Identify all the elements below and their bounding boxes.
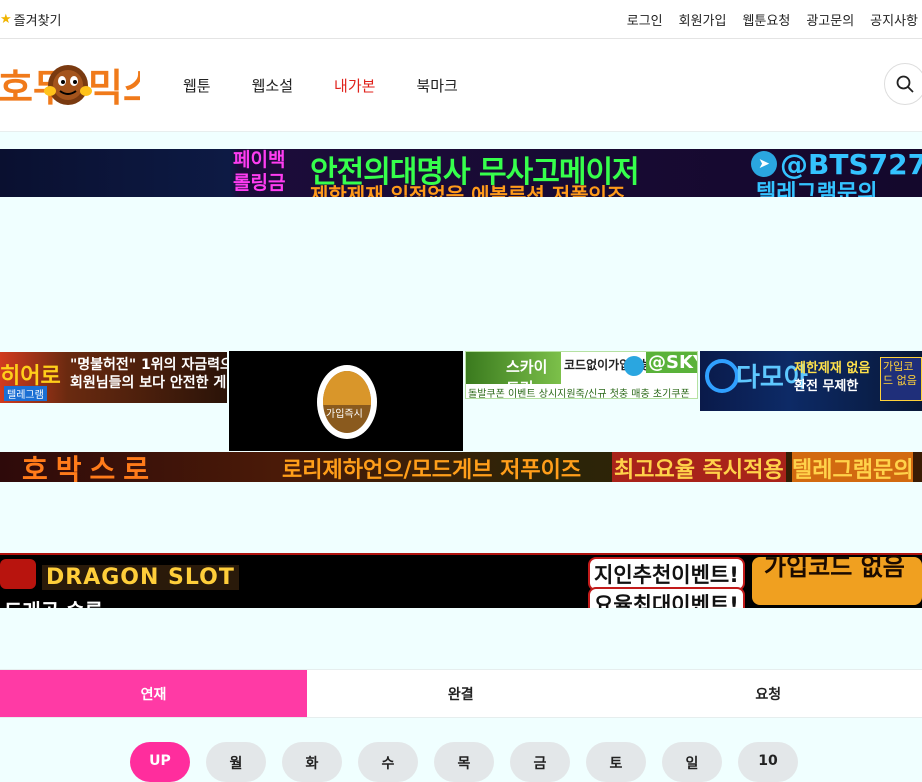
ad-text: 요율최대이벤트! <box>588 587 745 608</box>
top-bar: ★ 즐겨찾기 로그인 회원가입 웹툰요청 광고문의 공지사항 <box>0 0 922 39</box>
nav-webtoon[interactable]: 웹툰 <box>183 75 211 96</box>
bookmark-link[interactable]: ★ 즐겨찾기 <box>0 10 62 29</box>
bookmark-label: 즐겨찾기 <box>14 10 62 29</box>
ad-text: 지인추천이벤트! <box>588 557 745 591</box>
ad-text: 환전 무제한 <box>794 375 858 394</box>
telegram-icon: ➤ <box>751 151 777 177</box>
series-tabs: 연재 완결 요청 <box>0 669 922 718</box>
ad-emblem: 가입즉시 <box>317 365 377 439</box>
search-button[interactable] <box>884 63 922 105</box>
day-thu[interactable]: 목 <box>434 742 494 782</box>
ad-banner-hero[interactable]: 히어로 텔레그램 "명불허전" 1위의 자금력으로회원님들의 보다 안전한 게임… <box>0 352 227 403</box>
signup-link[interactable]: 회원가입 <box>679 10 727 29</box>
login-link[interactable]: 로그인 <box>627 10 663 29</box>
ring-icon <box>705 359 739 393</box>
nav-history[interactable]: 내가본 <box>334 75 375 96</box>
day-up[interactable]: UP <box>130 742 190 782</box>
ad-text: 페이백 <box>233 150 285 170</box>
nav-bookmark[interactable]: 북마크 <box>416 75 457 96</box>
main-nav: 웹툰 웹소설 내가본 북마크 <box>183 75 458 96</box>
day-mon[interactable]: 월 <box>206 742 266 782</box>
day-tue[interactable]: 화 <box>282 742 342 782</box>
day-10[interactable]: 10 <box>738 742 798 782</box>
tab-completed[interactable]: 완결 <box>307 670 615 717</box>
day-filter: UP 월 화 수 목 금 토 일 10 <box>130 742 798 782</box>
ad-text: 텔레그램문의 <box>756 175 877 197</box>
ad-text: 롤링금 <box>233 173 285 193</box>
ad-text: 텔레그램문의 <box>792 452 913 482</box>
telegram-icon <box>624 356 644 376</box>
ad-text: DRAGON SLOT <box>42 565 239 590</box>
ad-code-box: 가입코드 없음 <box>752 557 922 605</box>
top-links: 로그인 회원가입 웹툰요청 광고문의 공지사항 <box>627 10 922 29</box>
ad-text: 호박스로 <box>22 452 157 482</box>
tab-request[interactable]: 요청 <box>615 670 922 717</box>
dragon-icon <box>0 559 36 589</box>
ad-text: 제한제재 입정없음 에볼루션 저폴인즈 <box>310 179 625 197</box>
ad-text: 제한제재 없음 <box>794 357 870 376</box>
ad-banner-skytree[interactable]: 스카이트리 코드없이가입가능 @SKYTR7 돌발쿠폰 이벤트 상시지원죽/신규… <box>465 351 698 399</box>
day-fri[interactable]: 금 <box>510 742 570 782</box>
ad-code-box: 가입코드 없음 <box>880 357 922 401</box>
ad-banner-3[interactable]: 호박스로 로리제하언으/모드게브 저푸이즈 최고요율 즉시적용 텔레그램문의 <box>0 452 922 482</box>
star-icon: ★ <box>0 12 12 27</box>
webtoon-request-link[interactable]: 웹툰요청 <box>742 10 790 29</box>
tab-ongoing[interactable]: 연재 <box>0 670 307 717</box>
ad-text: 텔레그램 <box>4 386 47 401</box>
day-sun[interactable]: 일 <box>662 742 722 782</box>
ad-text: 가입즉시 <box>326 405 363 420</box>
day-wed[interactable]: 수 <box>358 742 418 782</box>
day-sat[interactable]: 토 <box>586 742 646 782</box>
ad-text: "명불허전" 1위의 자금력으로회원님들의 보다 안전한 게임을 <box>70 356 227 392</box>
site-header: 호두 믹스 웹툰 웹소설 내가본 북마크 <box>0 39 922 132</box>
site-logo[interactable]: 호두 믹스 <box>0 61 140 111</box>
ad-text: 최고요율 즉시적용 <box>612 452 786 482</box>
ad-text: @SKYTR7 <box>646 352 698 373</box>
ad-text: 돌발쿠폰 이벤트 상시지원죽/신규 첫충 매충 초기쿠폰 <box>468 385 690 399</box>
ad-banner-damoa[interactable]: 다모아 제한제재 없음 환전 무제한 가입코드 없음 <box>700 351 922 411</box>
ad-text: 드래곤 슬롯 <box>4 595 103 608</box>
search-icon <box>896 75 914 93</box>
notice-link[interactable]: 공지사항 <box>870 10 918 29</box>
ad-banner-4[interactable]: DRAGON SLOT 드래곤 슬롯 지인추천이벤트! 요율최대이벤트! 가입코… <box>0 553 922 608</box>
ad-inquiry-link[interactable]: 광고문의 <box>806 10 854 29</box>
svg-text:믹스: 믹스 <box>88 66 140 110</box>
ad-text: 로리제하언으/모드게브 저푸이즈 <box>282 452 581 482</box>
ad-banner-circle[interactable]: 가입즉시 <box>229 351 463 451</box>
ad-banner-1[interactable]: 페이백 롤링금 안전의대명사 무사고메이저 제한제재 입정없음 에볼루션 저폴인… <box>0 149 922 197</box>
nav-webnovel[interactable]: 웹소설 <box>252 75 293 96</box>
